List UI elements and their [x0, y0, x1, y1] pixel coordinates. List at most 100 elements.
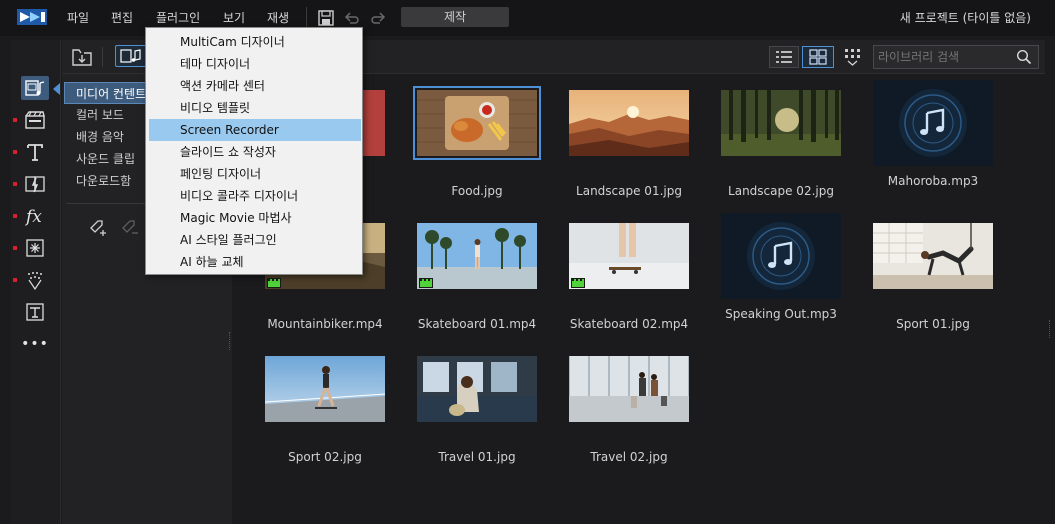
video-clip-badge — [267, 278, 281, 288]
library-item[interactable]: Landscape 01.jpg — [567, 90, 691, 198]
menu-item-paint-designer[interactable]: 페인팅 디자이너 — [149, 163, 361, 185]
library-item-label: Travel 01.jpg — [438, 450, 516, 464]
svg-text:fx: fx — [24, 207, 42, 226]
library-item[interactable]: Skateboard 02.mp4 — [567, 223, 691, 331]
skateboard-image — [417, 223, 537, 289]
thumbnail — [721, 213, 841, 299]
video-room-icon — [25, 111, 45, 129]
menu-item-slideshow-creator[interactable]: 슬라이드 쇼 작성자 — [149, 141, 361, 163]
thumbnail — [569, 356, 689, 422]
thumbnail — [721, 90, 841, 156]
particle-room-button[interactable] — [13, 236, 49, 260]
media-filter-button[interactable] — [115, 45, 147, 67]
project-title: 새 프로젝트 (타이틀 없음) — [899, 11, 1031, 25]
thumbnail — [413, 86, 541, 160]
thumbnail — [417, 356, 537, 422]
menu-item-multicam-designer[interactable]: MultiCam 디자이너 — [149, 31, 361, 53]
overlay-room-button[interactable] — [21, 300, 49, 324]
library-item-label: Sport 02.jpg — [288, 450, 362, 464]
menu-edit[interactable]: 편집 — [111, 9, 133, 26]
title-room-icon — [27, 144, 43, 161]
menu-view[interactable]: 보기 — [223, 9, 245, 26]
media-room-icon — [25, 80, 45, 96]
thumbnail — [569, 90, 689, 156]
remove-tag-icon[interactable] — [118, 214, 142, 238]
panel-resize-handle[interactable] — [1049, 320, 1051, 338]
app-logo-icon — [17, 9, 47, 25]
library-search — [873, 45, 1039, 69]
save-icon[interactable] — [317, 9, 335, 27]
library-item[interactable]: Mahoroba.mp3 — [871, 80, 995, 188]
menu-file[interactable]: 파일 — [67, 9, 89, 26]
music-note-icon — [873, 80, 993, 166]
create-mode-button[interactable]: 제작 — [401, 7, 509, 27]
active-room-arrow-icon — [53, 83, 60, 95]
library-item-label: Travel 02.jpg — [590, 450, 668, 464]
more-rooms-button[interactable]: ••• — [21, 332, 49, 356]
menu-item-action-camera-center[interactable]: 액션 카메라 센터 — [149, 75, 361, 97]
thumbnail — [873, 80, 993, 166]
redo-icon[interactable] — [369, 9, 387, 27]
red-marker — [13, 246, 17, 250]
plugins-dropdown-menu: MultiCam 디자이너 테마 디자이너 액션 카메라 센터 비디오 템플릿 … — [145, 27, 363, 275]
library-item-label: Sport 01.jpg — [896, 317, 970, 331]
menu-playback[interactable]: 재생 — [267, 9, 289, 26]
menu-item-video-template[interactable]: 비디오 템플릿 — [149, 97, 361, 119]
library-item-label: Mahoroba.mp3 — [887, 174, 979, 188]
library-item[interactable]: Sport 02.jpg — [263, 356, 387, 464]
video-room-button[interactable] — [13, 108, 49, 132]
media-room-button[interactable] — [21, 76, 49, 100]
title-room-button[interactable] — [13, 140, 49, 164]
library-item[interactable]: Speaking Out.mp3 — [719, 213, 843, 321]
sport-image — [873, 223, 993, 289]
library-item[interactable]: Food.jpg — [413, 86, 541, 198]
menu-item-theme-designer[interactable]: 테마 디자이너 — [149, 53, 361, 75]
library-item[interactable]: Skateboard 01.mp4 — [415, 223, 539, 331]
fx-room-icon: fx — [24, 207, 42, 226]
library-item[interactable]: Travel 01.jpg — [415, 356, 539, 464]
thumbnail — [265, 356, 385, 422]
menu-item-magic-movie-wizard[interactable]: Magic Movie 마법사 — [149, 207, 361, 229]
transition-room-button[interactable] — [13, 172, 49, 196]
landscape-image — [569, 90, 689, 156]
pip-room-icon — [28, 272, 42, 290]
transition-room-icon — [25, 176, 45, 193]
menu-item-video-collage-designer[interactable]: 비디오 콜라주 디자이너 — [149, 185, 361, 207]
thumbnail — [569, 223, 689, 289]
library-search-input[interactable] — [874, 46, 1012, 68]
view-options-icon[interactable] — [843, 47, 863, 67]
panel-splitter-handle[interactable] — [229, 332, 231, 350]
red-marker — [13, 118, 17, 122]
list-view-button[interactable] — [769, 46, 799, 68]
list-view-icon — [776, 51, 792, 63]
music-note-icon — [721, 213, 841, 299]
food-image — [417, 90, 537, 156]
sport-image — [265, 356, 385, 422]
menu-item-screen-recorder[interactable]: Screen Recorder — [149, 119, 361, 141]
skateboard-image — [569, 223, 689, 289]
overlay-room-icon — [26, 303, 44, 321]
video-clip-badge — [571, 278, 585, 288]
search-icon[interactable] — [1016, 49, 1032, 65]
pip-room-button[interactable] — [13, 268, 49, 292]
travel-image — [569, 356, 689, 422]
undo-icon[interactable] — [343, 9, 361, 27]
grid-view-button[interactable] — [802, 46, 834, 68]
menu-plugins[interactable]: 플러그인 — [156, 9, 200, 26]
library-item[interactable]: Landscape 02.jpg — [719, 90, 843, 198]
menu-item-ai-sky-replacement[interactable]: AI 하늘 교체 — [149, 251, 361, 273]
library-item-label: Landscape 02.jpg — [728, 184, 834, 198]
import-media-icon[interactable] — [70, 46, 94, 68]
menu-item-ai-style-plugin[interactable]: AI 스타일 플러그인 — [149, 229, 361, 251]
travel-image — [417, 356, 537, 422]
add-tag-icon[interactable] — [86, 214, 110, 238]
library-item-label: Skateboard 01.mp4 — [417, 317, 537, 331]
library-item-label: Food.jpg — [451, 184, 503, 198]
room-toolstrip: fx ••• — [11, 40, 61, 524]
fx-room-button[interactable]: fx — [13, 204, 49, 228]
toolbar-divider — [306, 7, 307, 29]
library-item[interactable]: Sport 01.jpg — [871, 223, 995, 331]
library-item[interactable]: Travel 02.jpg — [567, 356, 691, 464]
library-item-label: Landscape 01.jpg — [576, 184, 682, 198]
forest-image — [721, 90, 841, 156]
